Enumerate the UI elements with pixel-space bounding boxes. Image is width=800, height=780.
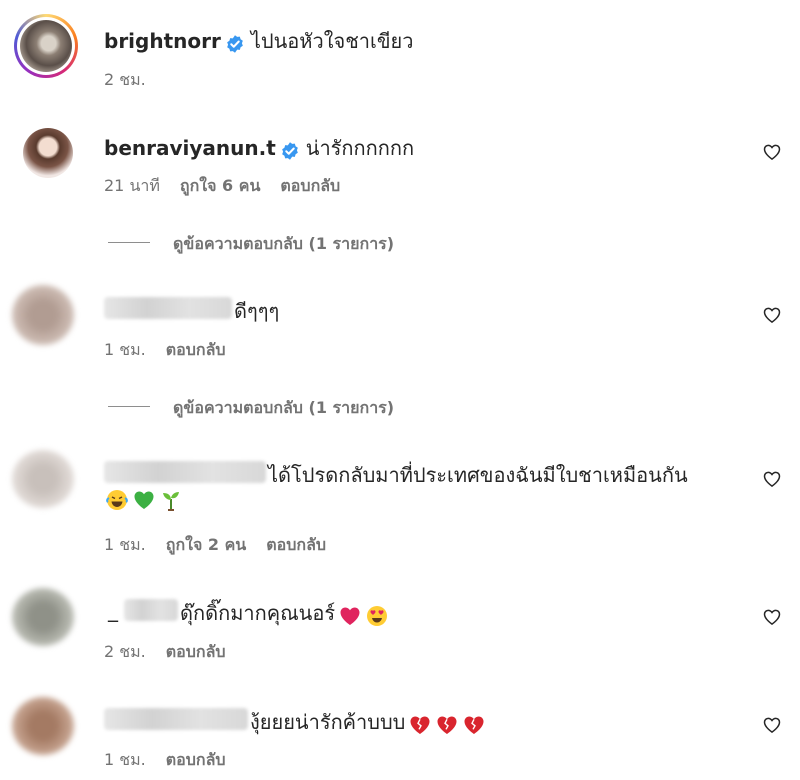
post-caption-line: brightnorr ไปนอหัวใจชาเขียว [104, 25, 413, 57]
story-ring-avatar[interactable] [14, 14, 78, 78]
broken-heart-emoji-icon [437, 716, 457, 734]
comment-line: ได้โปรดกลับมาที่ประเทศของฉันมีใบชาเหมือน… [268, 459, 688, 491]
username-link[interactable]: brightnorr [104, 29, 221, 53]
heart-icon[interactable] [762, 469, 782, 489]
comment-timestamp[interactable]: 2 ชม. [104, 642, 146, 661]
post-timestamp[interactable]: 2 ชม. [104, 70, 146, 89]
avatar[interactable] [12, 588, 74, 646]
likes-count-button[interactable]: ถูกใจ 2 คน [166, 535, 246, 554]
verified-badge-icon [227, 34, 243, 53]
comment-text: น่ารักกกกกก [305, 136, 415, 160]
comment-line: งุ้ยยยน่ารักค้าบบบ [250, 706, 486, 738]
comment-line: ดุ๊กดิ๊กมากคุณนอร์ [180, 597, 389, 629]
comment-meta: 1 ชม. ตอบกลับ [104, 338, 246, 363]
comment-meta: 1 ชม. ถูกใจ 2 คน ตอบกลับ [104, 533, 346, 558]
comment-timestamp[interactable]: 1 ชม. [104, 750, 146, 769]
comment-timestamp[interactable]: 21 นาที [104, 176, 160, 195]
reply-button[interactable]: ตอบกลับ [166, 642, 226, 661]
comment-meta: 21 นาที ถูกใจ 6 คน ตอบกลับ [104, 174, 360, 199]
view-replies-button[interactable]: ดูข้อความตอบกลับ (1 รายการ) [173, 232, 394, 257]
blurred-username [124, 599, 178, 621]
comment-meta: 2 ชม. ตอบกลับ [104, 640, 246, 665]
comment-text: ได้โปรดกลับมาที่ประเทศของฉันมีใบชาเหมือน… [268, 463, 688, 487]
avatar[interactable] [12, 697, 74, 755]
username-prefix: _ [108, 598, 118, 622]
reply-button[interactable]: ตอบกลับ [166, 750, 226, 769]
green-heart-emoji-icon [134, 491, 154, 509]
avatar[interactable] [23, 128, 73, 178]
heart-eyes-emoji-icon [367, 605, 388, 626]
username-link[interactable]: benraviyanun.t [104, 136, 276, 160]
verified-badge-icon [281, 141, 298, 160]
heart-icon[interactable] [762, 715, 782, 735]
avatar[interactable] [12, 285, 74, 345]
broken-heart-emoji-icon [464, 716, 484, 734]
view-replies-line [108, 406, 150, 407]
seedling-emoji-icon [163, 492, 179, 511]
comment-emojis [102, 488, 183, 512]
red-heart-emoji-icon [340, 607, 360, 625]
broken-heart-emoji-icon [410, 716, 430, 734]
view-replies-line [108, 242, 150, 243]
comment-line: ดีๆๆๆ [234, 295, 279, 327]
avatar [20, 20, 72, 72]
avatar[interactable] [12, 450, 74, 508]
comment-timestamp[interactable]: 1 ชม. [104, 535, 146, 554]
post-caption-text: ไปนอหัวใจชาเขียว [250, 29, 414, 53]
post-meta: 2 ชม. [104, 68, 166, 93]
comment-line: benraviyanun.t น่ารักกกกกก [104, 132, 414, 164]
heart-icon[interactable] [762, 142, 782, 162]
view-replies-button[interactable]: ดูข้อความตอบกลับ (1 รายการ) [173, 396, 394, 421]
likes-count-button[interactable]: ถูกใจ 6 คน [180, 176, 260, 195]
reply-button[interactable]: ตอบกลับ [166, 340, 226, 359]
comment-timestamp[interactable]: 1 ชม. [104, 340, 146, 359]
reply-button[interactable]: ตอบกลับ [266, 535, 326, 554]
heart-icon[interactable] [762, 607, 782, 627]
blurred-username [104, 461, 266, 483]
comment-meta: 1 ชม. ตอบกลับ [104, 748, 246, 773]
comment-text: ดีๆๆๆ [234, 299, 280, 323]
laughing-tears-emoji-icon [106, 490, 128, 510]
heart-icon[interactable] [762, 305, 782, 325]
blurred-username [104, 708, 248, 730]
blurred-username [104, 297, 232, 319]
comment-text: งุ้ยยยน่ารักค้าบบบ [250, 710, 406, 734]
comment-text: ดุ๊กดิ๊กมากคุณนอร์ [180, 601, 336, 625]
reply-button[interactable]: ตอบกลับ [280, 176, 340, 195]
